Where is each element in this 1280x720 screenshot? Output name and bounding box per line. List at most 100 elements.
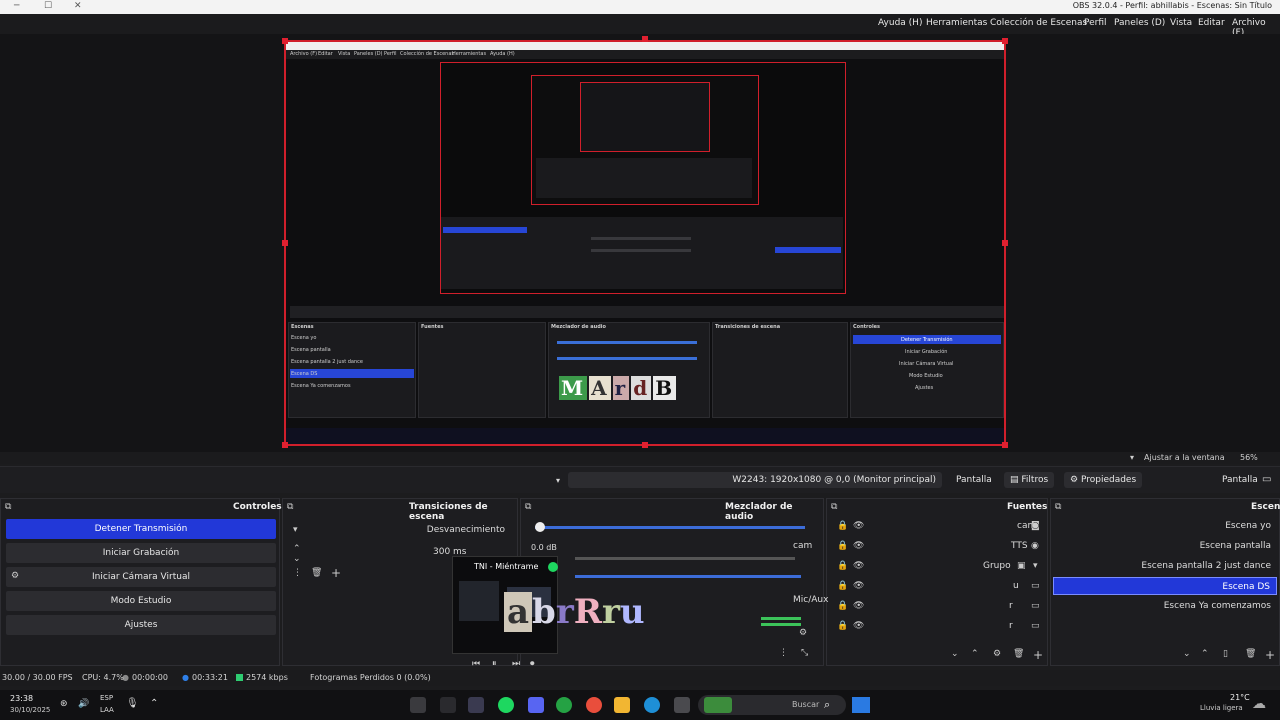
- menu-ayuda[interactable]: Ayuda (H): [878, 18, 922, 28]
- more-icon[interactable]: ⋮: [779, 649, 788, 658]
- start-icon[interactable]: [852, 697, 870, 713]
- menu-coleccion-escenas[interactable]: Colección de Escenas: [990, 18, 1087, 28]
- folder-icon[interactable]: [614, 697, 630, 713]
- mixer-layout-icon[interactable]: ⤡: [801, 649, 808, 658]
- chrome-icon[interactable]: [586, 697, 602, 713]
- eye-icon[interactable]: 👁: [853, 522, 864, 531]
- lock-icon[interactable]: 🔒: [837, 522, 848, 531]
- spin-down-icon[interactable]: ⌄: [293, 555, 301, 564]
- source-item[interactable]: TTS: [1011, 537, 1028, 555]
- network-icon[interactable]: ⊛: [60, 699, 68, 709]
- volume-knob[interactable]: [535, 522, 545, 532]
- task-view-icon[interactable]: [674, 697, 690, 713]
- move-down-icon[interactable]: ⌄: [1183, 650, 1191, 659]
- resize-handle[interactable]: [642, 442, 648, 448]
- volume-slider[interactable]: [575, 575, 801, 578]
- minimize-button[interactable]: ─: [14, 1, 19, 11]
- start-recording-button[interactable]: Iniciar Grabación: [6, 543, 276, 563]
- menu-vista[interactable]: Vista: [1170, 18, 1192, 28]
- lock-icon[interactable]: 🔒: [837, 582, 848, 591]
- source-item[interactable]: r: [1009, 617, 1013, 635]
- resize-handle[interactable]: [282, 442, 288, 448]
- gear-icon[interactable]: ⚙: [799, 629, 807, 638]
- app-icon[interactable]: [440, 697, 456, 713]
- eye-icon[interactable]: 👁: [853, 602, 864, 611]
- chevron-down-icon[interactable]: ▾: [293, 526, 298, 535]
- maximize-button[interactable]: ☐: [44, 1, 52, 11]
- source-item[interactable]: u: [1013, 577, 1019, 595]
- chevron-down-icon[interactable]: ▾: [1033, 562, 1038, 571]
- spotify-icon[interactable]: [498, 697, 514, 713]
- chevron-down-icon[interactable]: ▾: [556, 476, 560, 485]
- move-up-icon[interactable]: ⌃: [971, 650, 979, 659]
- obs-app-icon[interactable]: [410, 697, 426, 713]
- eye-icon[interactable]: 👁: [853, 542, 864, 551]
- add-icon[interactable]: +: [1265, 649, 1275, 661]
- eye-icon[interactable]: 👁: [853, 622, 864, 631]
- display-select[interactable]: W2243: 1920x1080 @ 0,0 (Monitor principa…: [568, 472, 942, 488]
- add-icon[interactable]: +: [1033, 649, 1043, 661]
- app-icon[interactable]: [468, 697, 484, 713]
- move-up-icon[interactable]: ⌃: [1201, 650, 1209, 659]
- settings-button[interactable]: Ajustes: [6, 615, 276, 635]
- filters-button[interactable]: ▤ Filtros: [1004, 472, 1055, 488]
- chevron-down-icon[interactable]: ▾: [1130, 453, 1134, 462]
- dock-float-icon[interactable]: ⧉: [5, 503, 11, 512]
- resize-handle[interactable]: [1002, 442, 1008, 448]
- microphone-icon[interactable]: 🎙: [126, 698, 139, 709]
- studio-mode-button[interactable]: Modo Estudio: [6, 591, 276, 611]
- dock-float-icon[interactable]: ⧉: [525, 503, 531, 512]
- volume-icon[interactable]: 🔊: [78, 699, 89, 709]
- close-button[interactable]: ✕: [74, 1, 82, 11]
- record-icon[interactable]: ⏺: [530, 660, 535, 669]
- start-virtual-camera-button[interactable]: Iniciar Cámara Virtual: [6, 567, 276, 587]
- discord-icon[interactable]: [528, 697, 544, 713]
- menu-herramientas[interactable]: Herramientas: [926, 18, 987, 28]
- properties-button[interactable]: ⚙ Propiedades: [1064, 472, 1143, 488]
- more-icon[interactable]: ⋮: [293, 569, 302, 578]
- chevron-up-icon[interactable]: ⌃: [150, 698, 158, 709]
- resize-handle[interactable]: [282, 38, 288, 44]
- dock-float-icon[interactable]: ⧉: [287, 503, 293, 512]
- add-icon[interactable]: +: [331, 567, 341, 579]
- source-item[interactable]: Grupo: [983, 557, 1011, 575]
- edge-icon[interactable]: [644, 697, 660, 713]
- remove-icon[interactable]: 🗑: [311, 569, 322, 578]
- language-indicator-2[interactable]: LAA: [100, 706, 114, 714]
- lock-icon[interactable]: 🔒: [837, 602, 848, 611]
- resize-handle[interactable]: [282, 240, 288, 246]
- pause-icon[interactable]: ⏸: [492, 660, 497, 669]
- whatsapp-icon[interactable]: [556, 697, 572, 713]
- resize-handle[interactable]: [1002, 38, 1008, 44]
- remove-icon[interactable]: 🗑: [1013, 650, 1024, 659]
- preview-canvas[interactable]: Archivo (F) Editar Vista Paneles (D) Per…: [284, 40, 1006, 446]
- next-icon[interactable]: ⏭: [512, 660, 520, 669]
- dock-float-icon[interactable]: ⧉: [831, 503, 837, 512]
- scene-item[interactable]: Escena yo: [1053, 517, 1277, 535]
- previous-icon[interactable]: ⏮: [472, 660, 480, 669]
- taskbar-search[interactable]: Buscar ⌕: [698, 695, 846, 715]
- dock-float-icon[interactable]: ⧉: [1055, 503, 1061, 512]
- source-item[interactable]: r: [1009, 597, 1013, 615]
- transition-select[interactable]: Desvanecimiento: [289, 521, 513, 539]
- lock-icon[interactable]: 🔒: [837, 622, 848, 631]
- lock-icon[interactable]: 🔒: [837, 542, 848, 551]
- menu-perfil[interactable]: Perfil: [1084, 18, 1107, 28]
- spin-up-icon[interactable]: ⌃: [293, 545, 301, 554]
- resize-handle[interactable]: [1002, 240, 1008, 246]
- remove-icon[interactable]: 🗑: [1245, 650, 1256, 659]
- scene-item-selected[interactable]: Escena DS: [1053, 577, 1277, 595]
- lock-icon[interactable]: 🔒: [837, 562, 848, 571]
- scene-item[interactable]: Escena pantalla: [1053, 537, 1277, 555]
- stop-streaming-button[interactable]: Detener Transmisión: [6, 519, 276, 539]
- fit-to-window[interactable]: Ajustar a la ventana: [1144, 453, 1225, 462]
- gear-icon[interactable]: ⚙: [993, 650, 1001, 659]
- eye-icon[interactable]: 👁: [853, 582, 864, 591]
- duplicate-icon[interactable]: ▯: [1223, 650, 1228, 659]
- menu-paneles[interactable]: Paneles (D): [1114, 18, 1165, 28]
- eye-icon[interactable]: 👁: [853, 562, 864, 571]
- gear-icon[interactable]: ⚙: [11, 572, 19, 581]
- scene-item[interactable]: Escena pantalla 2 just dance: [1053, 557, 1277, 575]
- zoom-level[interactable]: 56%: [1240, 453, 1258, 462]
- language-indicator[interactable]: ESP: [100, 694, 113, 702]
